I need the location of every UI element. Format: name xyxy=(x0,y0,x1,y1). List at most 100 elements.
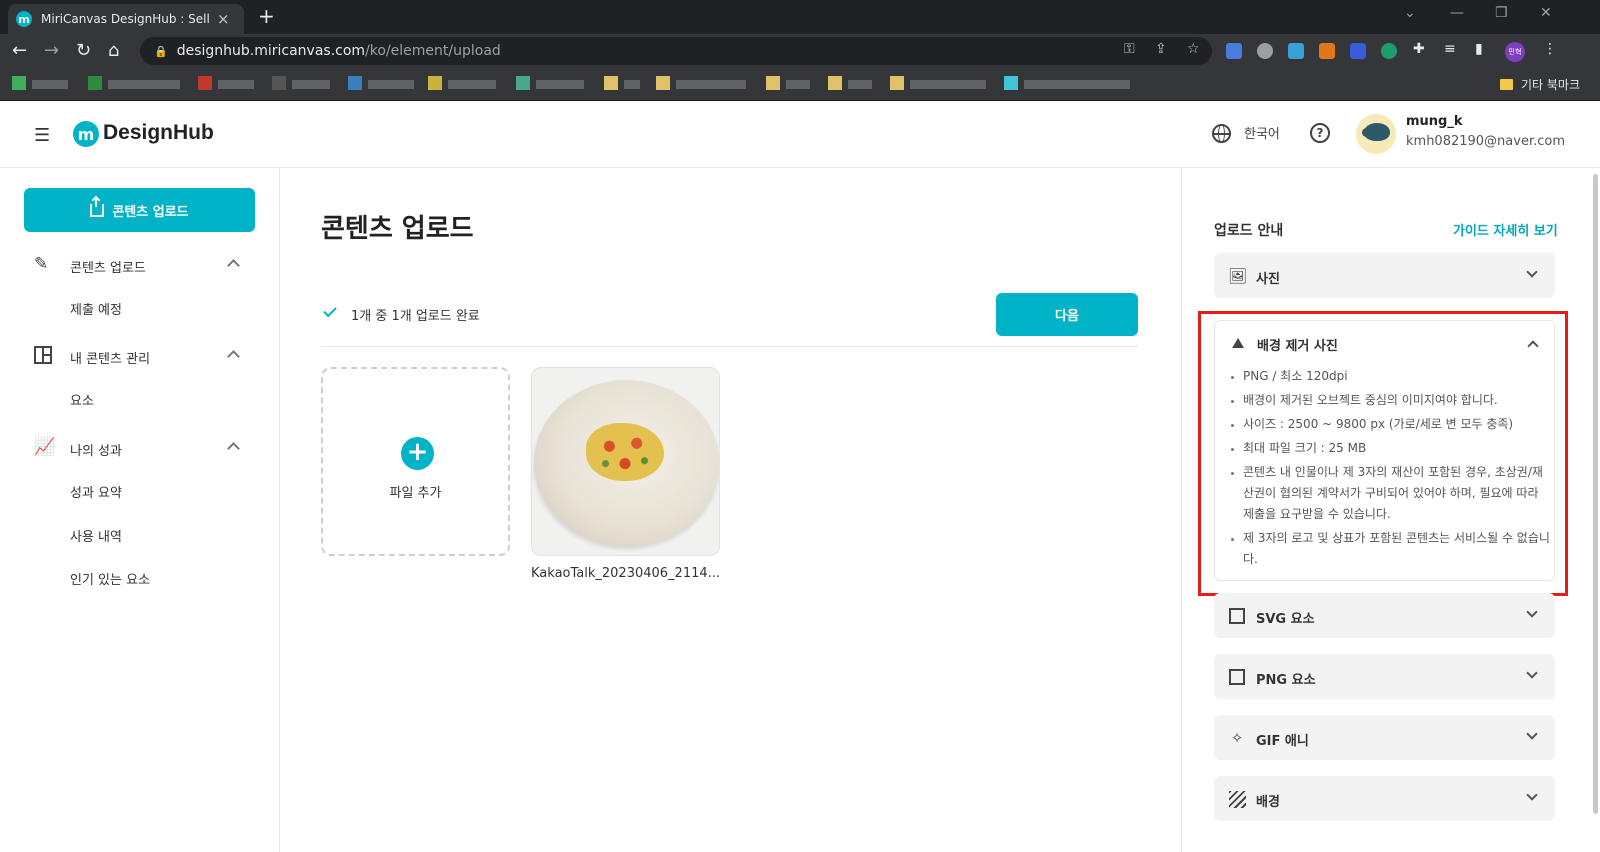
bookmark-item[interactable] xyxy=(88,76,184,92)
bookmark-item[interactable] xyxy=(12,76,74,92)
add-file-label: 파일 추가 xyxy=(389,486,442,501)
extension-icon[interactable] xyxy=(1381,43,1397,59)
bookmark-item[interactable] xyxy=(198,76,256,92)
sidebar-section-upload[interactable]: ✎ 콘텐츠 업로드 xyxy=(34,254,244,278)
back-icon[interactable]: ← xyxy=(12,40,27,61)
browser-tab[interactable]: m MiriCanvas DesignHub : Sell your × xyxy=(8,4,244,34)
add-file-dropzone[interactable]: + 파일 추가 xyxy=(321,367,510,556)
uploaded-file-thumbnail[interactable] xyxy=(531,367,720,556)
side-panel-icon[interactable]: ▮ xyxy=(1475,41,1483,57)
sidebar-item-popular[interactable]: 인기 있는 요소 xyxy=(70,569,150,588)
guide-detail-link[interactable]: 가이드 자세히 보기 xyxy=(1453,220,1558,239)
sidebar-section-label: 콘텐츠 업로드 xyxy=(70,261,146,276)
address-bar[interactable]: 🔒 designhub.miricanvas.com /ko/element/u… xyxy=(140,37,1212,65)
sidebar-section-manage[interactable]: 내 콘텐츠 관리 xyxy=(34,345,244,369)
chevron-down-icon[interactable] xyxy=(1526,266,1538,278)
share-icon[interactable]: ⇪ xyxy=(1155,41,1167,57)
bookmark-item[interactable] xyxy=(348,76,416,92)
guide-section-svg[interactable]: SVG 요소 xyxy=(1214,593,1555,638)
sidebar-section-performance[interactable]: 📈 나의 성과 xyxy=(34,437,244,461)
forward-icon[interactable]: → xyxy=(44,40,59,61)
chart-icon: 📈 xyxy=(34,437,56,457)
tab-search-icon[interactable]: ⌄ xyxy=(1404,5,1416,21)
bookmark-item[interactable] xyxy=(890,76,990,92)
bookmark-item[interactable] xyxy=(766,76,814,92)
extension-icon[interactable] xyxy=(1350,43,1366,59)
sidebar-item-elements[interactable]: 요소 xyxy=(70,390,94,409)
extension-icon[interactable] xyxy=(1288,43,1304,59)
bookmark-item[interactable] xyxy=(604,76,644,92)
upload-icon xyxy=(90,197,105,217)
chevron-down-icon[interactable] xyxy=(1526,606,1538,618)
url-path: /ko/element/upload xyxy=(365,43,501,59)
metamask-icon[interactable] xyxy=(1319,43,1335,59)
browser-menu-icon[interactable]: ⋮ xyxy=(1543,41,1557,57)
guide-section-label: 배경 제거 사진 xyxy=(1257,339,1338,354)
key-icon[interactable]: ⚿ xyxy=(1124,41,1135,57)
scrollbar[interactable] xyxy=(1593,174,1598,814)
favicon-icon: m xyxy=(16,11,32,27)
png-frame-icon xyxy=(1228,668,1246,686)
app-header: ☰ m DesignHub 한국어 ? mung_k kmh082190@nav… xyxy=(0,101,1600,168)
user-name[interactable]: mung_k xyxy=(1406,114,1463,129)
language-selector[interactable]: 한국어 xyxy=(1244,123,1280,142)
sparkle-icon: ✧ xyxy=(1230,729,1244,747)
minimize-icon[interactable]: — xyxy=(1450,5,1464,21)
extension-icon[interactable] xyxy=(1257,43,1273,59)
list-item: 사이즈 : 2500 ~ 9800 px (가로/세로 변 모두 충족) xyxy=(1227,414,1551,435)
chevron-down-icon[interactable] xyxy=(1526,728,1538,740)
bookmark-item[interactable] xyxy=(516,76,588,92)
other-bookmarks-label: 기타 북마크 xyxy=(1521,78,1581,92)
bookmark-item[interactable] xyxy=(828,76,876,92)
bookmark-item[interactable] xyxy=(272,76,334,92)
help-icon[interactable]: ? xyxy=(1310,123,1330,143)
guide-section-png[interactable]: PNG 요소 xyxy=(1214,654,1555,699)
new-tab-icon[interactable]: + xyxy=(258,4,275,28)
bookmark-item[interactable] xyxy=(656,76,752,92)
plus-circle-icon: + xyxy=(401,437,434,470)
close-window-icon[interactable]: ✕ xyxy=(1540,5,1552,21)
user-email: kmh082190@naver.com xyxy=(1406,134,1566,149)
chevron-up-icon[interactable] xyxy=(227,350,240,363)
upload-guide-panel: 업로드 안내 가이드 자세히 보기 🖼 사진 ⛰ 배경 제거 사진 PNG / … xyxy=(1181,168,1600,852)
puzzle-icon[interactable]: ✚ xyxy=(1413,41,1425,57)
guide-section-gif[interactable]: ✧ GIF 애니 xyxy=(1214,715,1555,760)
bookmarks-bar: 기타 북마크 xyxy=(0,68,1600,101)
chevron-down-icon[interactable] xyxy=(1526,667,1538,679)
translate-extension-icon[interactable] xyxy=(1226,43,1242,59)
chevron-up-icon[interactable] xyxy=(227,259,240,272)
avatar[interactable] xyxy=(1356,114,1396,154)
guide-section-photo[interactable]: 🖼 사진 xyxy=(1214,253,1555,298)
logo-icon[interactable]: m xyxy=(73,121,99,147)
next-button[interactable]: 다음 xyxy=(996,293,1138,336)
list-item: PNG / 최소 120dpi xyxy=(1227,366,1551,387)
bookmark-star-icon[interactable]: ☆ xyxy=(1187,41,1200,57)
home-icon[interactable]: ⌂ xyxy=(108,40,119,61)
globe-icon[interactable] xyxy=(1212,124,1231,143)
profile-avatar[interactable]: 민혁 xyxy=(1505,42,1525,62)
sidebar-section-label: 내 콘텐츠 관리 xyxy=(70,352,151,367)
chevron-up-icon[interactable] xyxy=(227,442,240,455)
guide-section-bg-removed[interactable]: ⛰ 배경 제거 사진 PNG / 최소 120dpi 배경이 제거된 오브젝트 … xyxy=(1214,320,1555,581)
bookmark-item[interactable] xyxy=(1004,76,1134,92)
other-bookmarks[interactable]: 기타 북마크 xyxy=(1500,76,1580,93)
sidebar-item-pending[interactable]: 제출 예정 xyxy=(70,299,122,318)
reading-list-icon[interactable]: ≡ xyxy=(1444,41,1456,57)
lock-icon: 🔒 xyxy=(154,44,168,58)
reload-icon[interactable]: ↻ xyxy=(76,40,91,61)
chevron-down-icon[interactable] xyxy=(1526,789,1538,801)
url-host: designhub.miricanvas.com xyxy=(176,43,366,59)
sidebar-item-usage[interactable]: 사용 내역 xyxy=(70,526,122,545)
folder-icon xyxy=(1500,79,1513,90)
restore-icon[interactable]: ❐ xyxy=(1495,5,1508,21)
bookmark-item[interactable] xyxy=(428,76,500,92)
chevron-up-icon[interactable] xyxy=(1527,340,1539,352)
hatch-icon xyxy=(1228,790,1246,808)
menu-collapse-icon[interactable]: ☰ xyxy=(34,125,50,146)
guide-section-background[interactable]: 배경 xyxy=(1214,776,1555,821)
sidebar-item-summary[interactable]: 성과 요약 xyxy=(70,482,122,501)
content-upload-button[interactable]: 콘텐츠 업로드 xyxy=(24,188,255,232)
tab-close-icon[interactable]: × xyxy=(217,10,230,28)
logo-text[interactable]: DesignHub xyxy=(103,121,214,145)
guide-section-label: SVG 요소 xyxy=(1256,612,1315,627)
